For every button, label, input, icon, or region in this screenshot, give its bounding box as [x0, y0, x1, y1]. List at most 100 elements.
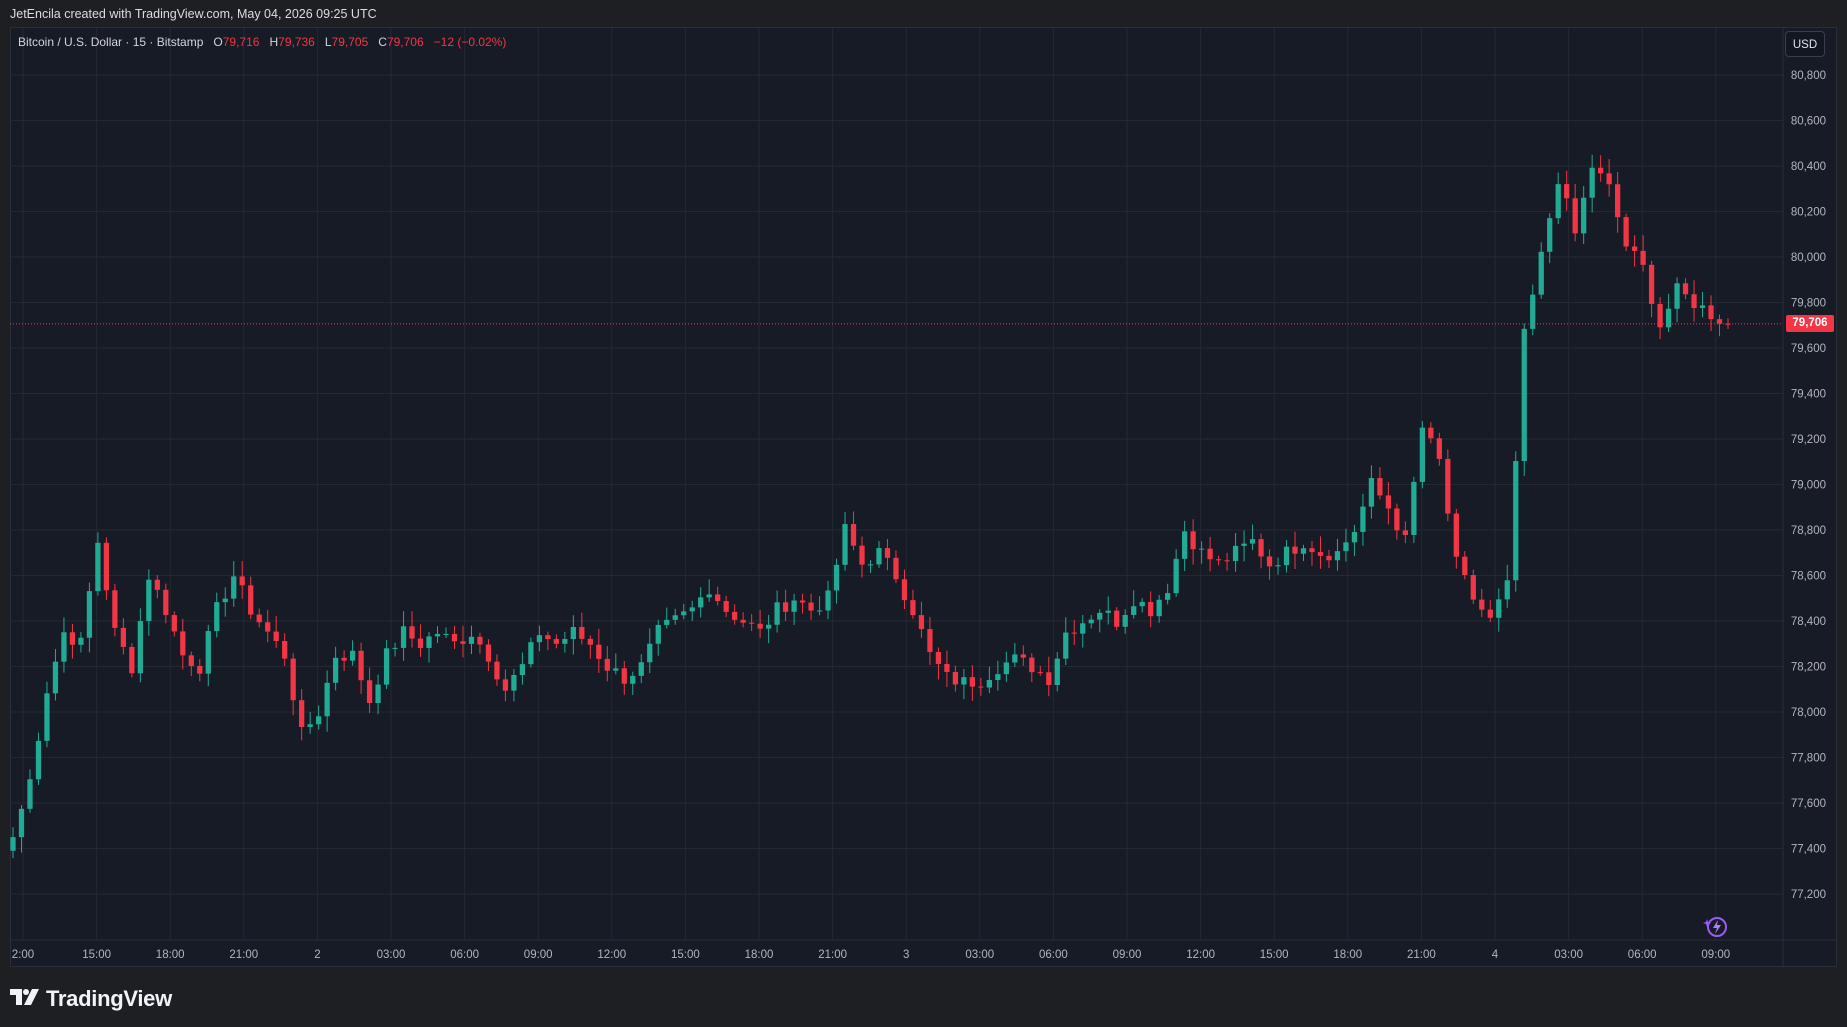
- candle-body: [426, 636, 432, 648]
- candle: [1046, 656, 1052, 697]
- candle: [961, 668, 967, 700]
- candle: [1334, 538, 1341, 571]
- candle: [409, 611, 415, 648]
- candle: [1682, 278, 1689, 300]
- candle: [375, 674, 381, 715]
- candle: [1249, 524, 1256, 550]
- candle-body: [1029, 657, 1035, 673]
- candle-body: [1190, 531, 1196, 550]
- close-label: C: [378, 35, 387, 49]
- candle: [655, 619, 661, 656]
- x-tick-label: 06:00: [1628, 949, 1657, 961]
- candle: [630, 671, 636, 696]
- candle: [154, 574, 160, 599]
- sparkle-lightning-icon[interactable]: [1703, 914, 1729, 940]
- candle-body: [850, 524, 857, 546]
- low-value: 79,705: [331, 35, 369, 49]
- candle-body: [723, 601, 729, 612]
- x-tick-label: 12:00: [1186, 949, 1215, 961]
- candle: [324, 670, 330, 732]
- candle: [884, 539, 891, 571]
- high-value: 79,736: [278, 35, 315, 49]
- candle-body: [205, 631, 211, 674]
- candle: [400, 611, 407, 661]
- candle: [1207, 536, 1213, 572]
- candle: [129, 643, 135, 678]
- candle-body: [95, 542, 101, 592]
- candle-body: [18, 808, 25, 838]
- currency-button[interactable]: USD: [1785, 31, 1825, 57]
- candle-body: [664, 619, 670, 625]
- candle-body: [290, 658, 296, 701]
- candle-body: [638, 662, 644, 676]
- candle: [1012, 643, 1018, 668]
- candle: [1148, 591, 1154, 628]
- candle-body: [273, 631, 279, 642]
- candle-body: [197, 665, 203, 674]
- candle: [1275, 557, 1281, 575]
- candle: [1487, 599, 1493, 623]
- candle: [205, 624, 211, 687]
- candle: [732, 604, 738, 625]
- candle-body: [1445, 458, 1451, 514]
- candle: [1190, 519, 1196, 565]
- candle: [112, 583, 118, 637]
- candle: [61, 617, 67, 673]
- candle: [1453, 508, 1459, 569]
- candle: [1589, 154, 1595, 213]
- candle: [740, 612, 746, 628]
- last-price-label: 79,706: [1786, 315, 1834, 333]
- candle: [1232, 532, 1239, 572]
- candle: [833, 558, 840, 604]
- candle: [358, 642, 364, 694]
- candle-body: [1496, 599, 1502, 618]
- candle: [1182, 520, 1188, 572]
- candle-body: [324, 682, 330, 717]
- candle-body: [1453, 513, 1459, 557]
- candle: [282, 633, 288, 667]
- candle-body: [1589, 167, 1595, 198]
- candle: [494, 654, 500, 686]
- y-tick-label: 79,000: [1791, 480, 1826, 492]
- candle-body: [842, 524, 848, 565]
- candle-body: [383, 648, 390, 685]
- candle: [86, 582, 93, 653]
- y-tick-label: 80,600: [1791, 116, 1826, 128]
- candle-body: [307, 724, 313, 728]
- candle-body: [647, 643, 653, 663]
- candle: [664, 607, 670, 629]
- candle-body: [1462, 556, 1468, 576]
- candle-body: [485, 644, 492, 662]
- y-tick-label: 80,800: [1791, 70, 1826, 82]
- candle: [1003, 651, 1009, 682]
- candle: [825, 580, 831, 620]
- candle-body: [443, 633, 449, 635]
- candle: [163, 583, 169, 624]
- candle: [1411, 476, 1417, 543]
- x-tick-label: 09:00: [524, 949, 553, 961]
- candle-body: [833, 564, 840, 591]
- candle-body: [349, 650, 356, 661]
- candle-body: [1317, 552, 1324, 556]
- candle: [1131, 590, 1137, 619]
- candle: [528, 637, 534, 668]
- candle-body: [1377, 478, 1383, 496]
- open-label: O: [213, 35, 223, 49]
- candle-body: [545, 635, 551, 640]
- candle: [1029, 653, 1035, 683]
- candle-body: [562, 639, 568, 644]
- candle: [689, 600, 695, 621]
- open-value: 79,716: [222, 35, 260, 49]
- x-tick-label: 06:00: [1039, 949, 1068, 961]
- candle: [1037, 665, 1043, 676]
- tradingview-logo[interactable]: TradingView: [10, 986, 172, 1012]
- candle: [808, 593, 814, 620]
- candle: [867, 560, 874, 574]
- candle: [1648, 260, 1655, 318]
- candle: [44, 681, 50, 748]
- candlestick-chart[interactable]: 77,200 77,400 77,600 77,800 78,000 78,200 78,4…: [0, 0, 1847, 968]
- y-tick-label: 78,600: [1791, 571, 1826, 583]
- candle-body: [961, 677, 967, 685]
- candle: [613, 653, 619, 675]
- candle-body: [69, 632, 76, 645]
